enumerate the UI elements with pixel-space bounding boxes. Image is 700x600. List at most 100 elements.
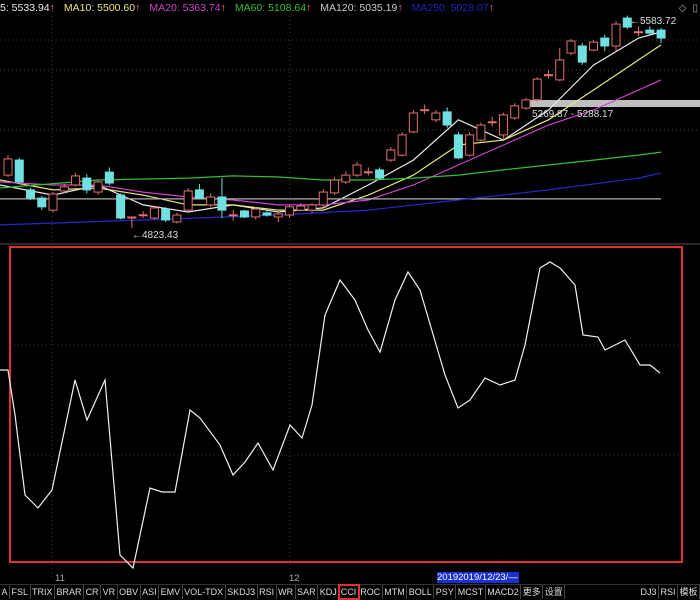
tab-obv[interactable]: OBV	[118, 585, 141, 599]
tab-dj3[interactable]: DJ3	[639, 585, 659, 599]
candle	[217, 178, 227, 219]
candle-body	[543, 74, 553, 77]
tab-fsl[interactable]: FSL	[10, 585, 31, 599]
candle-body	[330, 179, 340, 194]
candle-body	[521, 99, 531, 109]
candle	[161, 207, 171, 222]
candle	[318, 189, 328, 208]
candle	[656, 27, 666, 43]
tab-cr[interactable]: CR	[84, 585, 102, 599]
candle-body	[318, 191, 328, 206]
cursor-date-label: 20192019/12/23/—	[437, 572, 519, 583]
tab-vol-tdx[interactable]: VOL-TDX	[183, 585, 226, 599]
tab-rsi[interactable]: RSI	[659, 585, 678, 599]
tab-模板[interactable]: 模板	[678, 585, 700, 599]
ma-value: 5: 5533.94	[0, 2, 50, 14]
candle	[453, 131, 463, 160]
candle-body	[487, 121, 497, 124]
candle	[498, 112, 508, 139]
ma-value: MA120: 5035.19	[320, 2, 398, 14]
candle	[330, 177, 340, 195]
candle-body	[228, 214, 238, 217]
tab-emv[interactable]: EMV	[159, 585, 183, 599]
candle-body	[408, 112, 418, 133]
candle	[465, 131, 475, 157]
candle-body	[93, 181, 103, 193]
candle-body	[634, 31, 644, 34]
tab-asi[interactable]: ASI	[141, 585, 160, 599]
candle	[397, 131, 407, 157]
candle	[442, 107, 452, 128]
ma-value: MA60: 5108.64	[234, 2, 307, 14]
candle	[408, 109, 418, 134]
tab-mcst[interactable]: MCST	[456, 585, 486, 599]
tab-roc[interactable]: ROC	[359, 585, 383, 599]
arrow-up-icon: ↑	[135, 2, 141, 14]
candle	[600, 34, 610, 52]
candle-body	[37, 197, 47, 208]
candle	[37, 196, 47, 210]
candle-body	[352, 164, 362, 176]
candle-body	[386, 149, 396, 161]
candle	[93, 179, 103, 195]
tab-vr[interactable]: VR	[101, 585, 118, 599]
candle-body	[375, 169, 385, 179]
candle-body	[82, 177, 92, 191]
tab-mtm[interactable]: MTM	[383, 585, 408, 599]
ma-legend-item: MA20: 5363.74↑	[149, 0, 225, 16]
candle-body	[239, 210, 249, 218]
tab-brar[interactable]: BRAR	[55, 585, 85, 599]
candle-body	[656, 29, 666, 39]
tab-trix[interactable]: TRIX	[31, 585, 56, 599]
candle	[589, 40, 599, 52]
ma-value: MA10: 5500.60	[63, 2, 136, 14]
candle-body	[566, 40, 576, 54]
tab-rsi[interactable]: RSI	[258, 585, 277, 599]
ma-legend-item: MA10: 5500.60↑	[64, 0, 140, 16]
candle-body	[555, 59, 565, 81]
candle	[48, 192, 58, 213]
candle-body	[285, 206, 294, 216]
candle-body	[48, 193, 58, 211]
candle-body	[363, 171, 373, 174]
tab-skdj3[interactable]: SKDJ3	[226, 585, 258, 599]
candle	[251, 207, 261, 220]
candle-body	[532, 78, 542, 101]
arrow-up-icon: ↑	[488, 2, 494, 14]
candle	[510, 103, 520, 120]
candle	[71, 172, 81, 187]
tab-wr[interactable]: WR	[277, 585, 296, 599]
cci-line	[0, 261, 661, 570]
arrow-up-icon: ↑	[220, 2, 226, 14]
candle-body	[194, 189, 204, 199]
tab-psy[interactable]: PSY	[434, 585, 457, 599]
window-icon[interactable]: ▯	[692, 3, 698, 14]
tab-boll[interactable]: BOLL	[407, 585, 435, 599]
diamond-icon[interactable]: ◇	[679, 3, 687, 14]
tab-kdj[interactable]: KDJ	[318, 585, 340, 599]
cci-highlight-box	[9, 246, 683, 563]
tab-a[interactable]: A	[0, 585, 11, 599]
stock-chart[interactable]: ← 5583.72← 4823.435269.87 - 5288.17	[0, 0, 700, 599]
ma-legend: 5: 5533.94↑ MA10: 5500.60↑ MA20: 5363.74↑ M…	[0, 0, 494, 16]
tab-更多[interactable]: 更多	[521, 585, 544, 599]
candle	[82, 174, 92, 194]
ma-value: MA20: 5363.74	[149, 2, 221, 14]
candle	[645, 26, 655, 35]
candle-body	[59, 186, 69, 192]
candle	[375, 167, 385, 180]
tab-macd2[interactable]: MACD2	[486, 585, 522, 599]
candle	[386, 146, 396, 162]
tab-设置[interactable]: 设置	[543, 585, 566, 599]
candle-body	[600, 37, 610, 47]
ma-legend-item: 5: 5533.94↑	[0, 0, 55, 16]
candle	[149, 205, 159, 220]
tab-spacer	[565, 585, 639, 599]
tab-sar[interactable]: SAR	[296, 585, 319, 599]
candle-body	[442, 111, 452, 126]
candle-body	[420, 109, 430, 112]
candle-body	[476, 124, 486, 141]
candle	[127, 216, 137, 228]
candle	[634, 26, 644, 37]
tab-cci[interactable]: CCI	[338, 584, 360, 600]
